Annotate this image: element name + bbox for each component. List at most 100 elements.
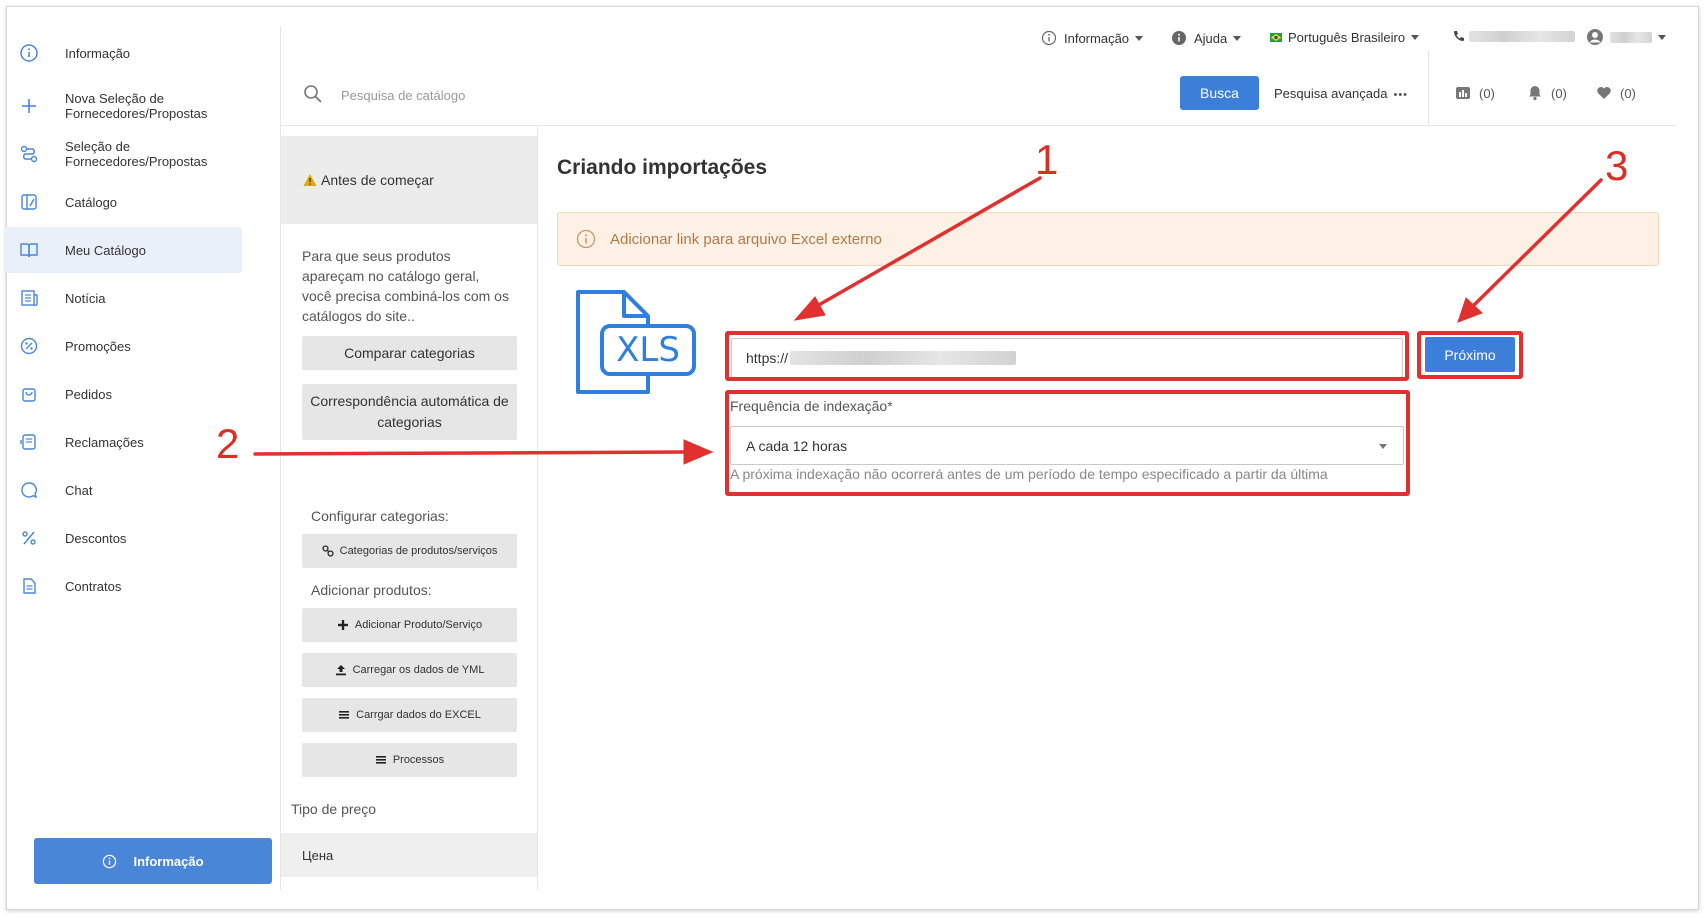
sidebar-item-descontos[interactable]: Descontos bbox=[4, 515, 242, 561]
add-product-label: Adicionar Produto/Serviço bbox=[354, 618, 483, 631]
upload-yml-label: Carregar os dados de YML bbox=[352, 663, 485, 676]
sidebar-item-pedidos[interactable]: Pedidos bbox=[4, 371, 242, 417]
upload-excel-button[interactable]: Carrgar dados do EXCEL bbox=[302, 698, 517, 732]
warning-icon bbox=[303, 174, 317, 186]
percent-icon bbox=[18, 527, 40, 549]
upload-icon bbox=[335, 665, 346, 676]
notifications-count: (0) bbox=[1551, 85, 1567, 101]
before-start-box: Antes de começar bbox=[281, 136, 537, 224]
info-menu-label: Informação bbox=[1064, 30, 1130, 46]
compare-chart-icon bbox=[1456, 87, 1470, 99]
sidebar-item-chat[interactable]: Chat bbox=[4, 467, 242, 513]
plus-icon bbox=[18, 95, 40, 117]
external-excel-alert: Adicionar link para arquivo Excel extern… bbox=[557, 212, 1659, 266]
help-menu-label: Ajuda bbox=[1194, 30, 1228, 46]
price-type-item[interactable]: Цена bbox=[281, 833, 537, 877]
more-dots-icon: ••• bbox=[1393, 89, 1409, 101]
bell-icon bbox=[1529, 86, 1541, 101]
info-icon bbox=[103, 854, 117, 868]
sidebar-item-label: Informação bbox=[65, 45, 131, 61]
percent-badge-icon bbox=[18, 335, 40, 357]
sidebar-item-selecao[interactable]: Seleção de Fornecedores/Propostas bbox=[4, 131, 242, 177]
bag-icon bbox=[18, 383, 40, 405]
link-icon bbox=[322, 545, 334, 557]
user-menu[interactable] bbox=[1586, 28, 1666, 46]
advanced-search-link[interactable]: Pesquisa avançada ••• bbox=[1274, 86, 1408, 101]
search-input[interactable] bbox=[339, 82, 1043, 108]
brazil-flag-icon bbox=[1270, 33, 1282, 42]
notifications-counter[interactable]: (0) bbox=[1527, 85, 1567, 101]
sidebar-item-label: Notícia bbox=[65, 290, 106, 306]
before-start-title: Antes de começar bbox=[321, 172, 434, 188]
search-icon bbox=[304, 85, 322, 103]
annotation-number-2: 2 bbox=[216, 420, 240, 467]
processes-button[interactable]: Processos bbox=[302, 743, 517, 777]
user-avatar-icon bbox=[1587, 29, 1603, 45]
redacted-phone bbox=[1469, 30, 1575, 42]
configure-categories-label: Configurar categorias: bbox=[311, 508, 449, 524]
sidebar-item-label: Seleção de Fornecedores/Propostas bbox=[65, 139, 208, 169]
sidebar-item-catalogo[interactable]: Catálogo bbox=[4, 179, 242, 225]
annotation-number-3: 3 bbox=[1605, 142, 1629, 189]
heart-icon bbox=[1597, 87, 1611, 99]
xls-file-icon: XLS bbox=[576, 290, 696, 394]
annotation-box-next bbox=[1417, 331, 1523, 379]
add-product-button[interactable]: Adicionar Produto/Serviço bbox=[302, 608, 517, 642]
info-button-label: Informação bbox=[133, 853, 204, 869]
phone-contact[interactable] bbox=[1453, 30, 1575, 42]
upload-yml-button[interactable]: Carregar os dados de YML bbox=[302, 653, 517, 687]
search-button[interactable]: Busca bbox=[1180, 76, 1259, 110]
product-categories-label: Categorias de produtos/serviços bbox=[339, 544, 498, 557]
advanced-search-label: Pesquisa avançada bbox=[1274, 86, 1388, 101]
auto-match-categories-button[interactable]: Correspondência automática de categorias bbox=[302, 384, 517, 440]
list-icon bbox=[339, 711, 350, 719]
annotation-box-frequency bbox=[725, 390, 1410, 496]
language-label: Português Brasileiro bbox=[1288, 30, 1406, 45]
sidebar-item-reclamacoes[interactable]: Reclamações bbox=[4, 419, 242, 465]
info-icon bbox=[18, 42, 40, 64]
page-title: Criando importações bbox=[557, 156, 768, 179]
price-type-value: Цена bbox=[302, 847, 334, 863]
sidebar-item-noticia[interactable]: Notícia bbox=[4, 275, 242, 321]
processes-label: Processos bbox=[392, 753, 445, 766]
price-type-label: Tipo de preço bbox=[291, 801, 377, 817]
chevron-down-icon bbox=[1233, 35, 1242, 41]
chevron-down-icon bbox=[1411, 35, 1420, 40]
chat-icon bbox=[18, 479, 40, 501]
sidebar-item-nova-selecao[interactable]: Nova Seleção de Fornecedores/Propostas bbox=[4, 83, 242, 129]
upload-excel-label: Carrgar dados do EXCEL bbox=[356, 708, 481, 721]
compare-categories-button[interactable]: Comparar categorias bbox=[302, 336, 517, 370]
language-menu[interactable]: Português Brasileiro bbox=[1270, 30, 1420, 45]
list-icon bbox=[375, 756, 386, 764]
compare-count: (0) bbox=[1479, 85, 1495, 101]
search-row: Busca Pesquisa avançada ••• (0) (0) (0) bbox=[281, 50, 1676, 125]
favorites-count: (0) bbox=[1620, 85, 1636, 101]
redacted-username bbox=[1610, 31, 1652, 43]
annotation-number-1: 1 bbox=[1035, 136, 1059, 183]
complaint-icon bbox=[18, 431, 40, 453]
info-icon bbox=[576, 229, 596, 249]
sidebar-item-meu-catalogo[interactable]: Meu Catálogo bbox=[4, 227, 242, 273]
favorites-counter[interactable]: (0) bbox=[1596, 85, 1636, 101]
compare-counter[interactable]: (0) bbox=[1455, 85, 1495, 101]
phone-icon bbox=[1454, 31, 1464, 41]
topbar-divider bbox=[281, 125, 1676, 126]
info-icon bbox=[1041, 30, 1057, 46]
sidebar-item-label: Reclamações bbox=[65, 434, 144, 450]
sidebar-item-label: Nova Seleção de Fornecedores/Propostas bbox=[65, 91, 208, 121]
alert-text: Adicionar link para arquivo Excel extern… bbox=[610, 230, 882, 248]
sidebar-item-contratos[interactable]: Contratos bbox=[4, 563, 242, 609]
topbar-divider bbox=[1428, 50, 1429, 125]
help-menu[interactable]: Ajuda bbox=[1171, 30, 1242, 46]
catalog-icon bbox=[18, 191, 40, 213]
route-icon bbox=[18, 143, 40, 165]
product-categories-button[interactable]: Categorias de produtos/serviços bbox=[302, 534, 517, 568]
document-icon bbox=[18, 575, 40, 597]
sidebar-item-label: Catálogo bbox=[65, 194, 118, 210]
sidebar-item-label: Chat bbox=[65, 482, 93, 498]
sidebar-item-promocoes[interactable]: Promoções bbox=[4, 323, 242, 369]
info-menu[interactable]: Informação bbox=[1041, 30, 1144, 46]
sidebar-item-informacao[interactable]: Informação bbox=[4, 30, 242, 76]
info-button[interactable]: Informação bbox=[34, 838, 272, 884]
plus-icon bbox=[337, 620, 348, 630]
